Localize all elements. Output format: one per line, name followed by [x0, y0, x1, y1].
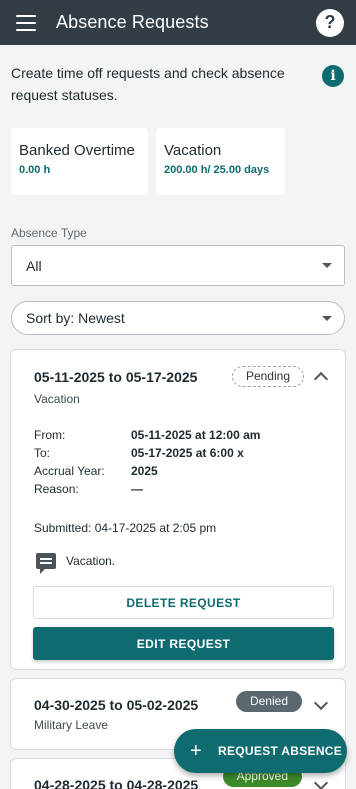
submitted-timestamp: Submitted: 04-17-2025 at 2:05 pm — [34, 521, 217, 535]
request-dates: 04-30-2025 to 05-02-2025 — [34, 697, 199, 713]
sort-select[interactable]: Sort by: Newest — [11, 301, 345, 335]
stat-label: Vacation — [164, 142, 222, 159]
detail-row-accrual-year: Accrual Year: 2025 — [34, 462, 334, 480]
request-dates: 05-11-2025 to 05-17-2025 — [34, 369, 198, 385]
detail-row-reason: Reason: — — [34, 480, 334, 498]
request-details: From: 05-11-2025 at 12:00 am To: 05-17-2… — [34, 426, 334, 498]
plus-icon: + — [190, 740, 202, 762]
request-absence-button[interactable]: + REQUEST ABSENCE — [174, 729, 347, 773]
request-card-header: 04-30-2025 to 05-02-2025 Denied — [34, 691, 334, 713]
balance-cards: Banked Overtime 0.00 h Vacation 200.00 h… — [0, 128, 356, 195]
detail-value: 2025 — [131, 464, 158, 478]
request-card-header: 04-28-2025 to 04-28-2025 Approved — [34, 766, 334, 789]
detail-label: Accrual Year: — [34, 464, 105, 478]
chevron-up-icon[interactable] — [313, 371, 329, 387]
request-card-expanded: 05-11-2025 to 05-17-2025 Pending Vacatio… — [10, 349, 346, 670]
detail-label: To: — [34, 446, 51, 460]
comment-icon — [36, 553, 56, 574]
chevron-down-icon[interactable] — [313, 695, 329, 711]
stat-value: 200.00 h/ 25.00 days — [164, 164, 270, 176]
request-card-header[interactable]: 05-11-2025 to 05-17-2025 Pending — [34, 366, 334, 387]
stat-label: Banked Overtime — [19, 142, 135, 159]
request-comment: Vacation. — [34, 553, 334, 574]
request-absence-label: REQUEST ABSENCE — [217, 744, 343, 758]
dropdown-caret-icon — [322, 315, 332, 321]
intro-text: Create time off requests and check absen… — [11, 65, 285, 103]
detail-label: Reason: — [34, 482, 79, 496]
sort-value: Sort by: Newest — [26, 310, 125, 326]
detail-label: From: — [34, 428, 66, 442]
status-badge-denied: Denied — [235, 691, 302, 712]
delete-request-button[interactable]: DELETE REQUEST — [33, 586, 334, 619]
hamburger-menu-icon[interactable] — [16, 14, 36, 31]
info-icon[interactable]: i — [322, 65, 344, 87]
stat-value: 0.00 h — [19, 164, 51, 176]
detail-value: 05-11-2025 at 12:00 am — [131, 428, 261, 442]
edit-request-button[interactable]: EDIT REQUEST — [33, 627, 334, 660]
absence-type-select[interactable]: All — [11, 245, 345, 286]
detail-row-from: From: 05-11-2025 at 12:00 am — [34, 426, 334, 444]
request-dates: 04-28-2025 to 04-28-2025 — [34, 777, 199, 789]
absence-type-label: Absence Type — [11, 226, 87, 240]
vacation-card: Vacation 200.00 h/ 25.00 days — [156, 128, 285, 195]
banked-overtime-card: Banked Overtime 0.00 h — [11, 128, 148, 195]
intro-section: Create time off requests and check absen… — [0, 45, 356, 106]
absence-type-value: All — [26, 257, 42, 274]
page-title: Absence Requests — [56, 12, 209, 32]
detail-row-to: To: 05-17-2025 at 6:00 x — [34, 444, 334, 462]
request-type: Vacation — [34, 392, 80, 406]
help-icon[interactable]: ? — [316, 8, 344, 37]
comment-text: Vacation. — [66, 554, 116, 568]
dropdown-caret-icon — [322, 263, 332, 268]
app-header: Absence Requests ? — [0, 0, 356, 45]
status-badge-pending: Pending — [231, 366, 304, 387]
detail-value: — — [131, 482, 143, 496]
detail-value: 05-17-2025 at 6:00 x — [131, 446, 244, 460]
chevron-down-icon[interactable] — [313, 775, 329, 789]
